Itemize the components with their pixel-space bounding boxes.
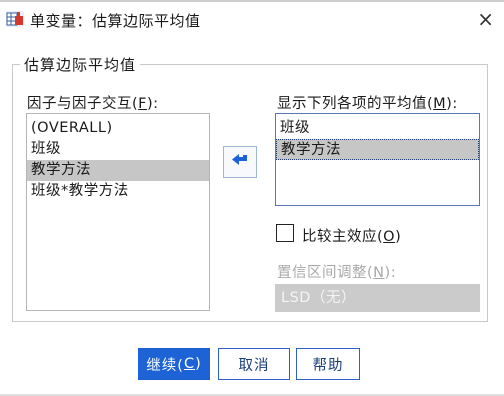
group-legend: 估算边际平均值	[20, 54, 141, 75]
factors-label: 因子与因子交互(F):	[27, 96, 159, 112]
arrow-left-icon	[231, 152, 249, 172]
factors-listbox[interactable]: (OVERALL) 班级 教学方法 班级*教学方法	[26, 113, 210, 311]
compare-main-effects-label: 比较主效应(O)	[302, 229, 402, 245]
list-item-overall[interactable]: (OVERALL)	[27, 118, 209, 139]
compare-main-effects-checkbox[interactable]	[276, 224, 294, 242]
continue-button[interactable]: 继续(C)	[138, 348, 210, 380]
window-title: 单变量：估算边际平均值	[30, 12, 201, 30]
list-item-class[interactable]: 班级	[27, 139, 209, 160]
help-button[interactable]: 帮助	[296, 348, 360, 380]
list-item-class-by-method[interactable]: 班级*教学方法	[27, 181, 209, 202]
title-bar: 单变量：估算边际平均值 ×	[0, 2, 504, 36]
ci-adjustment-label: 置信区间调整(N):	[277, 265, 397, 281]
means-label: 显示下列各项的平均值(M):	[277, 96, 458, 112]
list-item-class[interactable]: 班级	[276, 118, 479, 139]
app-icon	[6, 11, 24, 27]
means-listbox[interactable]: 班级 教学方法	[275, 113, 480, 206]
list-item-teaching-method[interactable]: 教学方法	[276, 139, 479, 160]
close-icon[interactable]: ×	[477, 8, 494, 30]
list-item-teaching-method[interactable]: 教学方法	[27, 160, 209, 181]
cancel-button[interactable]: 取消	[218, 348, 290, 380]
move-button[interactable]	[223, 146, 257, 178]
ci-adjustment-select: LSD（无）	[275, 284, 480, 312]
